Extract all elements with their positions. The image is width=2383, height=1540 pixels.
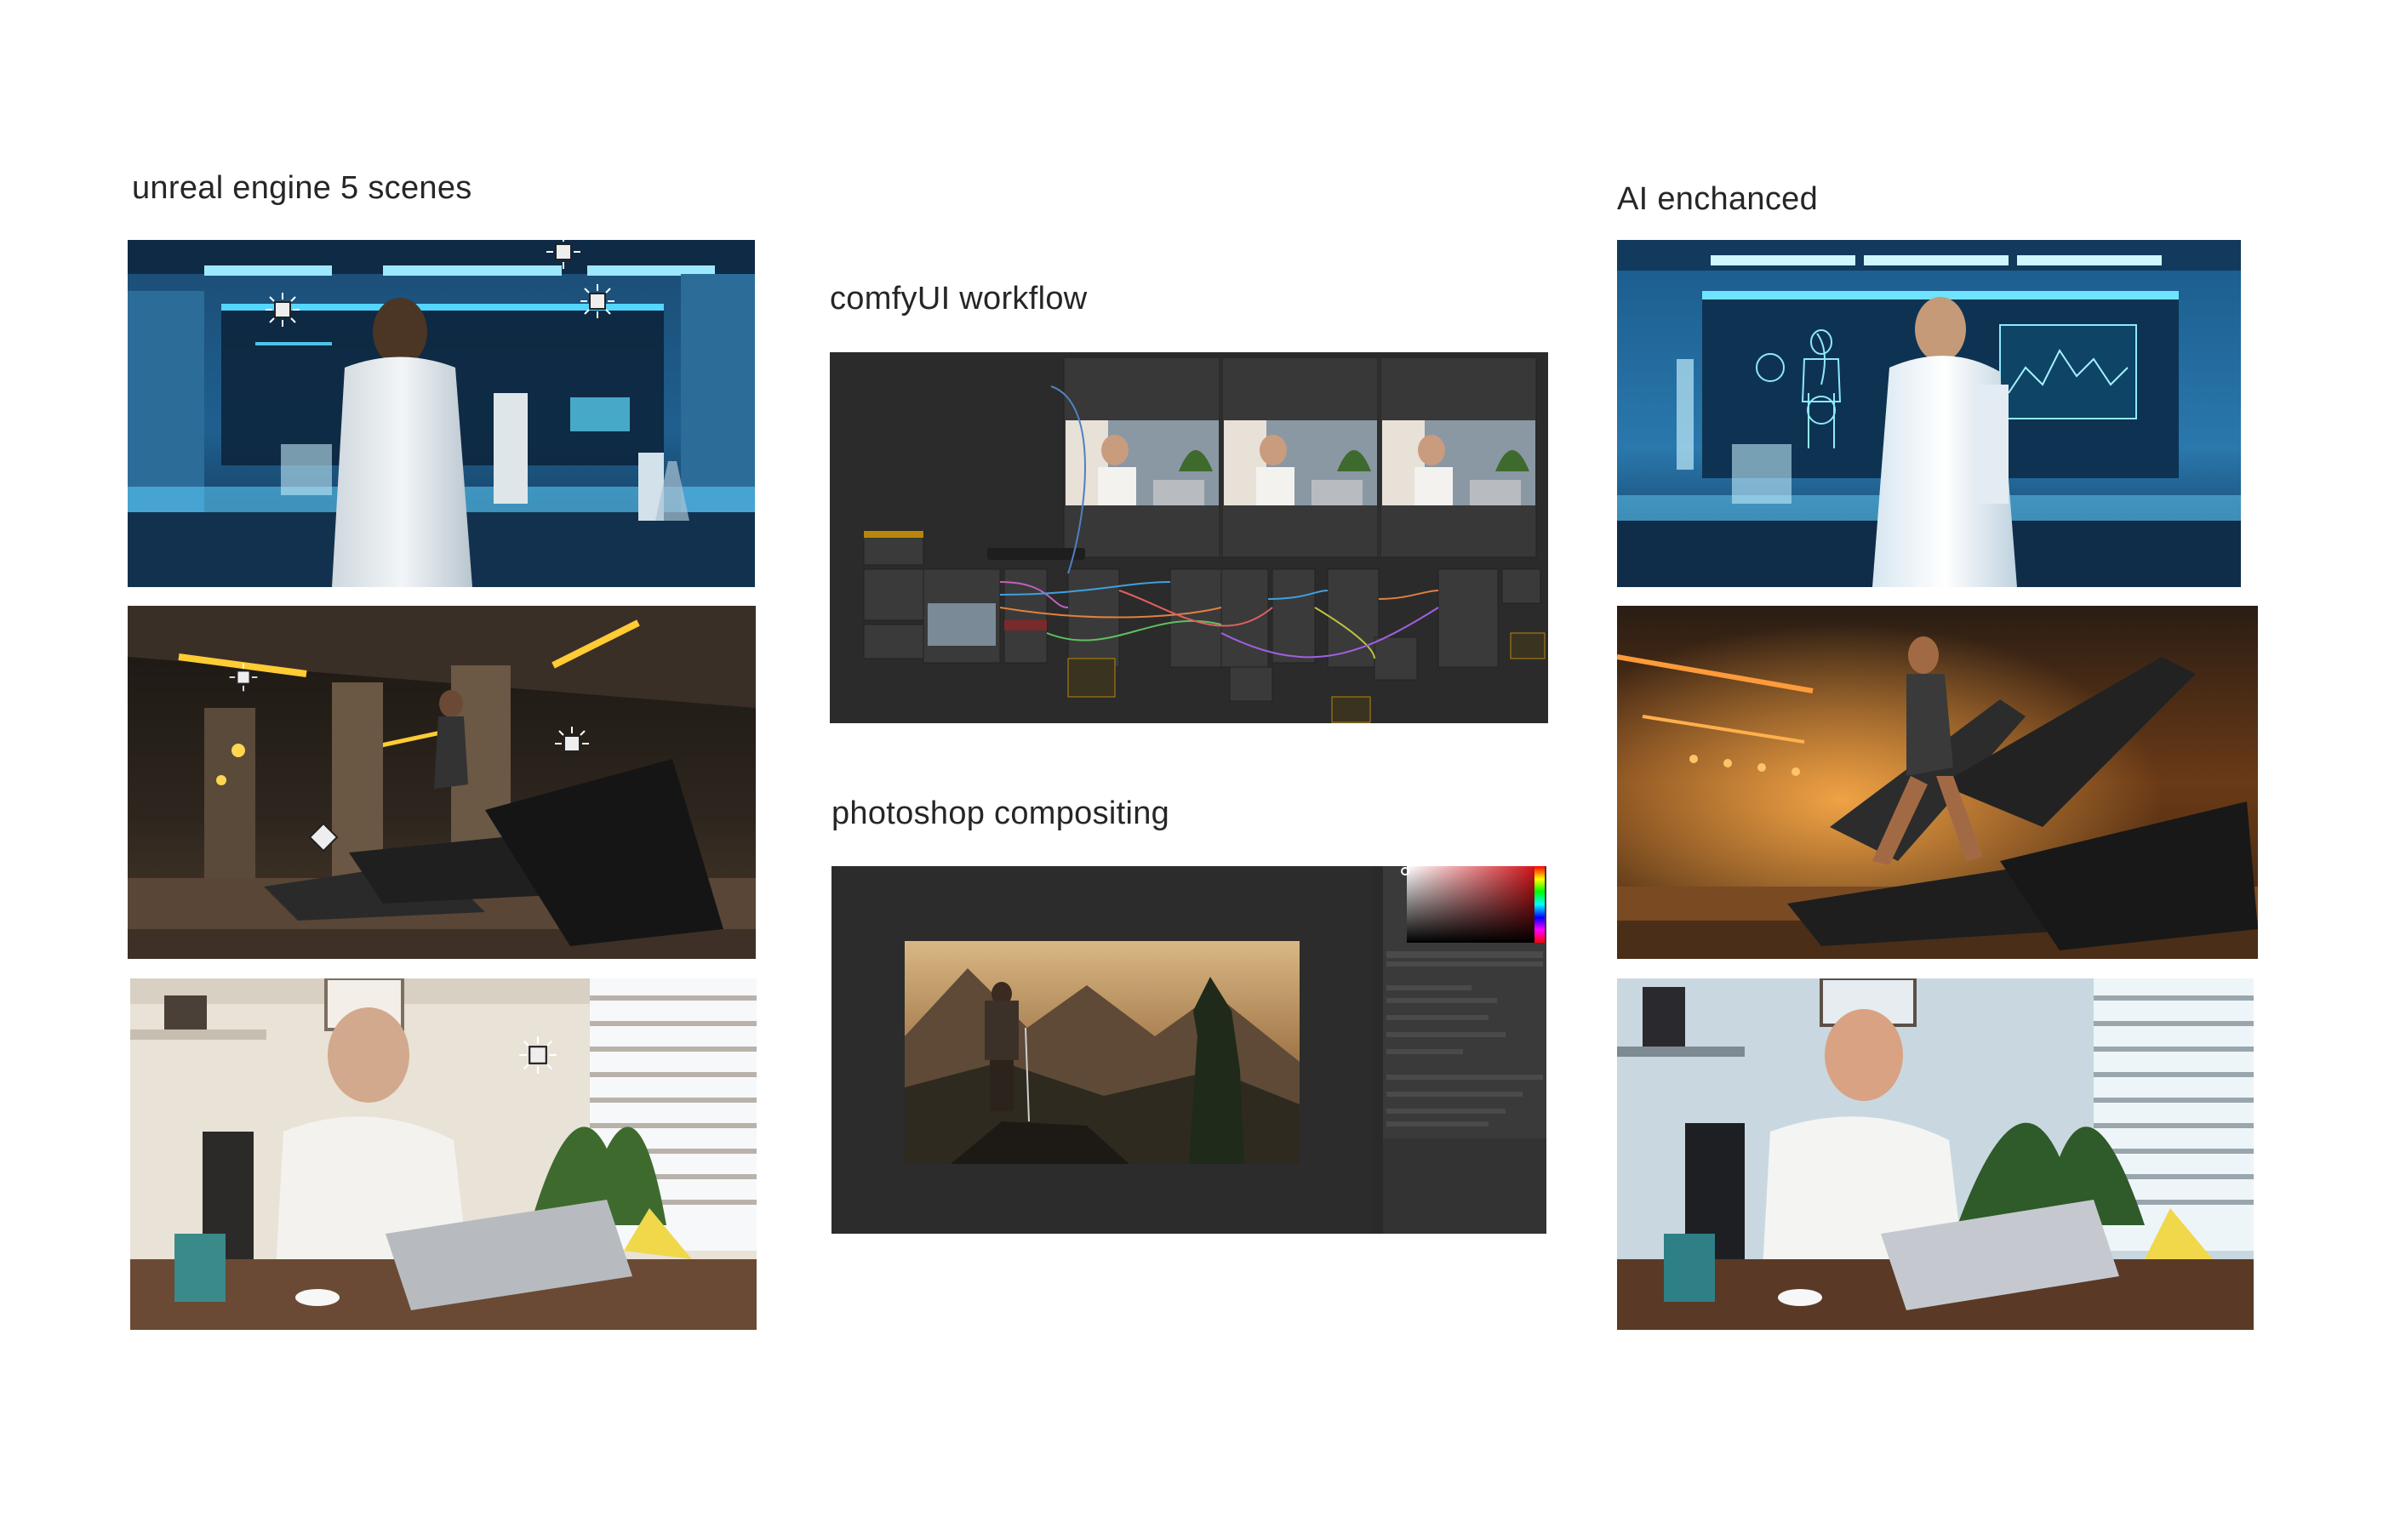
light-source-icon: [579, 282, 616, 320]
heading-ai-enhanced: AI enchanced: [1617, 181, 1818, 217]
light-source-icon: [228, 662, 259, 693]
photoshop-compositing-screenshot: [831, 866, 1546, 1234]
ai-lab-render: [1617, 240, 2241, 587]
heading-photoshop: photoshop compositing: [831, 796, 1170, 831]
light-source-icon: [308, 822, 339, 853]
light-source-icon: [517, 1035, 558, 1075]
unreal-office-render: [130, 978, 757, 1330]
heading-comfyui: comfyUI workflow: [830, 281, 1088, 317]
unreal-gym-render: [128, 606, 756, 959]
light-source-icon: [545, 240, 582, 271]
heading-unreal: unreal engine 5 scenes: [132, 170, 472, 206]
light-source-icon: [264, 291, 301, 328]
unreal-lab-render: [128, 240, 755, 587]
comfyui-workflow-screenshot: [830, 352, 1548, 723]
ai-gym-render: [1617, 606, 2258, 959]
color-picker-icon: [1400, 866, 1410, 876]
light-source-icon: [553, 725, 591, 762]
ai-office-render: [1617, 978, 2254, 1330]
